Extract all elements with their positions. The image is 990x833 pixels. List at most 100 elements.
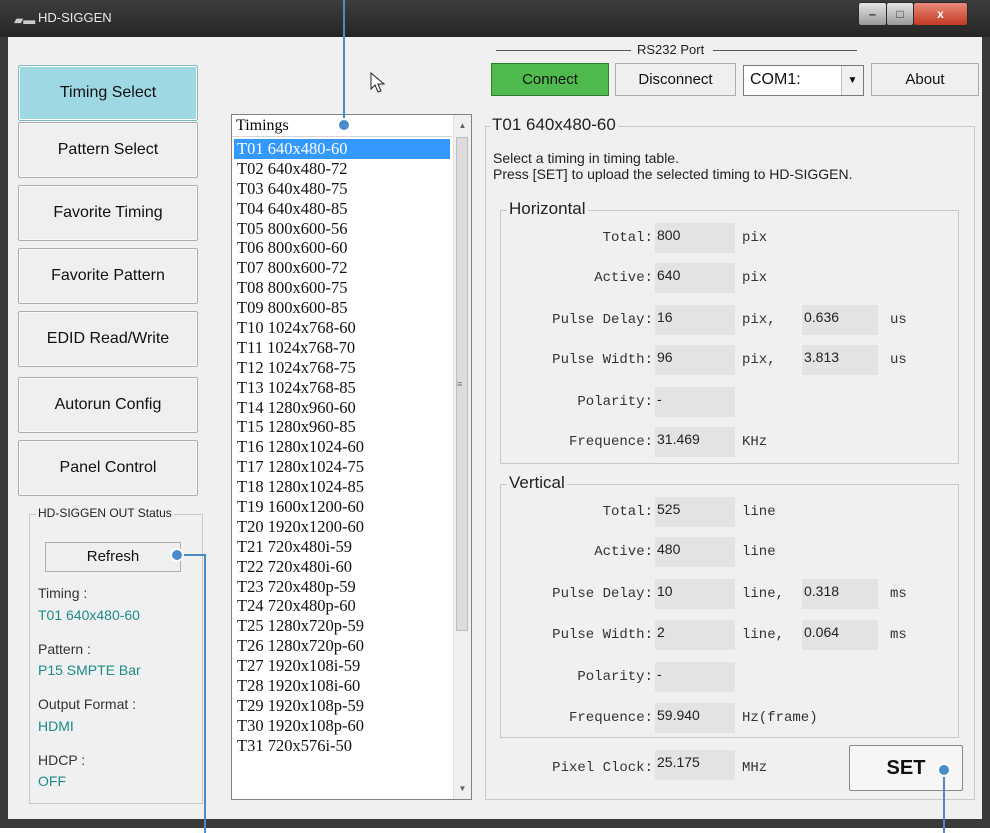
timing-list-item[interactable]: T04 640x480-85 [234,199,450,219]
timing-list-item[interactable]: T05 800x600-56 [234,219,450,239]
callout-line-refresh-v [204,554,206,833]
v-pdelay-time: 0.318 [802,579,878,609]
status-pattern-label: Pattern : [38,641,91,657]
disconnect-button[interactable]: Disconnect [615,63,736,96]
v-pwidth-time-unit: ms [890,627,907,643]
v-pwidth-time: 0.064 [802,620,878,650]
timing-list-item[interactable]: T10 1024x768-60 [234,318,450,338]
v-pdelay-value: 10 [655,579,735,609]
callout-dot-set [937,763,951,777]
callout-dot-refresh [170,548,184,562]
v-pwidth-label: Pulse Width: [552,627,653,643]
connect-button[interactable]: Connect [491,63,609,96]
timing-list-item[interactable]: T21 720x480i-59 [234,537,450,557]
timing-list-item[interactable]: T03 640x480-75 [234,179,450,199]
timings-list[interactable]: Timings T01 640x480-60 T02 640x480-72 T03 … [231,114,472,800]
h-pdelay-time-unit: us [890,312,907,328]
nav-autorun-config-button[interactable]: Autorun Config [18,377,198,433]
v-pdelay-unit: line, [742,586,785,602]
v-total-unit: line [742,504,776,520]
minimize-button[interactable]: ‒ [858,2,887,26]
h-active-unit: pix [742,270,768,286]
timing-list-item[interactable]: T07 800x600-72 [234,258,450,278]
timing-list-item[interactable]: T20 1920x1200-60 [234,517,450,537]
scroll-up-icon[interactable]: ▲ [454,117,471,134]
app-logo-icon: ▰▬ [14,13,36,27]
timing-list-item[interactable]: T09 800x600-85 [234,298,450,318]
callout-dot-timings [337,118,351,132]
chevron-down-icon[interactable]: ▼ [841,66,863,95]
timing-list-item[interactable]: T15 1280x960-85 [234,417,450,437]
close-button[interactable]: x [913,2,968,26]
v-active-label: Active: [594,544,653,560]
nav-pattern-select-button[interactable]: Pattern Select [18,122,198,178]
timing-list-item[interactable]: T27 1920x108i-59 [234,656,450,676]
status-format-value: HDMI [38,718,74,734]
v-polarity-value: - [655,662,735,692]
timing-list-item[interactable]: T22 720x480i-60 [234,557,450,577]
timing-list-item[interactable]: T14 1280x960-60 [234,398,450,418]
timing-list-item[interactable]: T19 1600x1200-60 [234,497,450,517]
window-title: HD-SIGGEN [38,10,112,25]
h-total-value: 800 [655,223,735,253]
v-freq-unit: Hz(frame) [742,710,818,726]
h-total-unit: pix [742,230,768,246]
pixel-clock-label: Pixel Clock: [552,760,653,776]
mouse-cursor-icon [370,72,386,93]
h-active-value: 640 [655,263,735,293]
v-pdelay-time-unit: ms [890,586,907,602]
timing-list-item[interactable]: T17 1280x1024-75 [234,457,450,477]
com-port-select[interactable]: COM1: ▼ [743,65,864,96]
status-format-label: Output Format : [38,696,137,712]
callout-line-timings [343,0,345,118]
h-pwidth-unit: pix, [742,352,776,368]
timing-list-item[interactable]: T12 1024x768-75 [234,358,450,378]
timing-list-item[interactable]: T29 1920x108p-59 [234,696,450,716]
timing-list-item[interactable]: T18 1280x1024-85 [234,477,450,497]
timing-list-item[interactable]: T01 640x480-60 [234,139,450,159]
detail-desc-line-2: Press [SET] to upload the selected timin… [493,166,853,182]
timing-list-item[interactable]: T13 1024x768-85 [234,378,450,398]
timing-list-item[interactable]: T26 1280x720p-60 [234,636,450,656]
v-total-label: Total: [602,504,653,520]
timing-list-item[interactable]: T28 1920x108i-60 [234,676,450,696]
timing-list-item[interactable]: T02 640x480-72 [234,159,450,179]
timings-scrollbar[interactable]: ▲ ≡ ▼ [453,115,471,799]
rs232-line-left [496,50,631,51]
timing-list-item[interactable]: T24 720x480p-60 [234,596,450,616]
scroll-down-icon[interactable]: ▼ [454,780,471,797]
h-polarity-value: - [655,387,735,417]
timing-list-item[interactable]: T23 720x480p-59 [234,577,450,597]
nav-favorite-pattern-button[interactable]: Favorite Pattern [18,248,198,304]
timing-list-item[interactable]: T06 800x600-60 [234,238,450,258]
timing-list-item[interactable]: T16 1280x1024-60 [234,437,450,457]
h-total-label: Total: [602,230,653,246]
out-status-title: HD-SIGGEN OUT Status [36,506,174,520]
h-freq-unit: KHz [742,434,768,450]
nav-edid-rw-button[interactable]: EDID Read/Write [18,311,198,367]
status-timing-value: T01 640x480-60 [38,607,140,623]
timing-list-item[interactable]: T11 1024x768-70 [234,338,450,358]
timing-list-item[interactable]: T31 720x576i-50 [234,736,450,756]
status-hdcp-label: HDCP : [38,752,86,768]
h-freq-value: 31.469 [655,427,735,457]
detail-desc-line-1: Select a timing in timing table. [493,150,679,166]
status-timing-label: Timing : [38,585,88,601]
nav-favorite-timing-button[interactable]: Favorite Timing [18,185,198,241]
timing-list-item[interactable]: T25 1280x720p-59 [234,616,450,636]
timing-list-item[interactable]: T30 1920x108p-60 [234,716,450,736]
v-active-unit: line [742,544,776,560]
h-pdelay-value: 16 [655,305,735,335]
maximize-button[interactable]: □ [886,2,914,26]
refresh-button[interactable]: Refresh [45,542,181,572]
timing-list-item[interactable]: T08 800x600-75 [234,278,450,298]
pixel-clock-value: 25.175 [655,750,735,780]
h-freq-label: Frequence: [568,434,653,450]
nav-panel-control-button[interactable]: Panel Control [18,440,198,496]
pixel-clock-unit: MHz [742,760,768,776]
v-pdelay-label: Pulse Delay: [552,586,653,602]
h-active-label: Active: [594,270,653,286]
about-button[interactable]: About [871,63,979,96]
nav-timing-select-button[interactable]: Timing Select [18,65,198,121]
h-pdelay-unit: pix, [742,312,776,328]
